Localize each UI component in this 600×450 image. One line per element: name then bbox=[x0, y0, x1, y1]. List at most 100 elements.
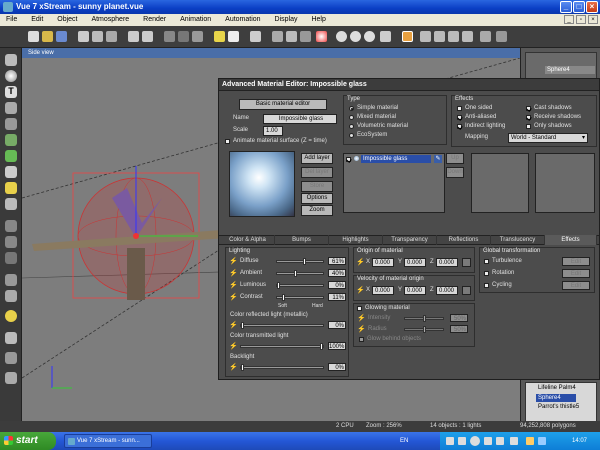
backlight-knob[interactable] bbox=[241, 364, 244, 371]
tab-color-alpha[interactable]: Color & Alpha bbox=[221, 235, 275, 245]
reflected-light-knob[interactable] bbox=[241, 322, 244, 329]
contrast-slider[interactable] bbox=[276, 294, 324, 301]
del-layer-button[interactable]: Del layer bbox=[301, 167, 333, 178]
contrast-knob[interactable] bbox=[282, 294, 285, 301]
rotation-checkbox[interactable] bbox=[484, 271, 489, 276]
tab-transparency[interactable]: Transparency bbox=[383, 235, 437, 245]
glowing-checkbox[interactable] bbox=[357, 306, 362, 311]
network-icon[interactable] bbox=[538, 437, 546, 445]
zoom-fit-icon[interactable] bbox=[364, 31, 375, 42]
luminous-value[interactable]: 0% bbox=[328, 281, 346, 289]
media-next-icon[interactable] bbox=[496, 437, 504, 445]
copy-icon[interactable] bbox=[92, 31, 103, 42]
menu-render[interactable]: Render bbox=[137, 14, 172, 26]
light-tool-icon[interactable] bbox=[5, 182, 17, 194]
cloud-icon[interactable] bbox=[228, 31, 239, 42]
layout-1-icon[interactable] bbox=[462, 31, 473, 42]
ambient-slider[interactable] bbox=[276, 270, 324, 277]
material-name-field[interactable]: Impossible glass bbox=[263, 114, 337, 124]
radius-knob[interactable] bbox=[423, 326, 426, 333]
tab-effects[interactable]: Effects bbox=[545, 235, 597, 245]
minimize-button[interactable]: _ bbox=[560, 1, 572, 13]
link-tool-icon[interactable] bbox=[5, 290, 17, 302]
render-options-icon[interactable] bbox=[300, 31, 311, 42]
origin-y-field[interactable]: 0.000 bbox=[404, 258, 426, 267]
taskbar-item-vue[interactable]: Vue 7 xStream - sunn... bbox=[64, 434, 152, 448]
ecosystem-radio[interactable] bbox=[349, 133, 354, 138]
backlight-value[interactable]: 0% bbox=[328, 363, 346, 371]
transmitted-light-knob[interactable] bbox=[320, 343, 323, 350]
anti-aliased-checkbox[interactable] bbox=[457, 115, 462, 120]
velocity-z-field[interactable]: 0.000 bbox=[436, 286, 458, 295]
world-browser-icon[interactable] bbox=[496, 31, 507, 42]
menu-help[interactable]: Help bbox=[305, 14, 331, 26]
layer-down-button[interactable]: Down bbox=[446, 167, 464, 178]
receive-shadows-checkbox[interactable] bbox=[526, 115, 531, 120]
cycling-checkbox[interactable] bbox=[484, 283, 489, 288]
layer-up-button[interactable]: Up bbox=[446, 153, 464, 164]
turbulence-checkbox[interactable] bbox=[484, 259, 489, 264]
animate-surface-checkbox[interactable] bbox=[225, 139, 230, 144]
save-icon[interactable] bbox=[56, 31, 67, 42]
layout-4-icon[interactable] bbox=[420, 31, 431, 42]
origin-pick-button[interactable] bbox=[462, 258, 471, 267]
indirect-lighting-checkbox[interactable] bbox=[457, 124, 462, 129]
mdi-close-button[interactable]: × bbox=[588, 15, 598, 24]
cycling-edit-button[interactable]: Edit bbox=[562, 281, 590, 290]
cube-tool-icon[interactable] bbox=[5, 102, 17, 114]
velocity-y-field[interactable]: 0.000 bbox=[404, 286, 426, 295]
transmitted-light-value[interactable]: 100% bbox=[328, 342, 346, 350]
layer-edit-icon[interactable]: ✎ bbox=[434, 155, 442, 163]
sun-tool-icon[interactable] bbox=[5, 310, 17, 322]
backlight-slider[interactable] bbox=[240, 364, 324, 371]
diffuse-value[interactable]: 61% bbox=[328, 257, 346, 265]
velocity-x-field[interactable]: 0.000 bbox=[372, 286, 394, 295]
close-button[interactable]: × bbox=[586, 1, 598, 13]
render-icon[interactable] bbox=[272, 31, 283, 42]
metablob-tool-icon[interactable] bbox=[5, 252, 17, 264]
intensity-knob[interactable] bbox=[423, 315, 426, 322]
camera-icon[interactable] bbox=[164, 31, 175, 42]
gizmo-center[interactable] bbox=[133, 233, 139, 239]
camera2-icon[interactable] bbox=[178, 31, 189, 42]
maximize-button[interactable]: □ bbox=[573, 1, 585, 13]
render-area-icon[interactable] bbox=[286, 31, 297, 42]
drop-tool-icon[interactable] bbox=[5, 352, 17, 364]
ambient-value[interactable]: 40% bbox=[328, 269, 346, 277]
cylinder-tool-icon[interactable] bbox=[5, 118, 17, 130]
velocity-pick-button[interactable] bbox=[462, 286, 471, 295]
volumetric-material-radio[interactable] bbox=[349, 124, 354, 129]
tray-app-icon[interactable] bbox=[526, 437, 534, 445]
viewport-layout-icon[interactable] bbox=[402, 31, 413, 42]
menu-automation[interactable]: Automation bbox=[219, 14, 266, 26]
media-play-icon[interactable] bbox=[470, 436, 480, 446]
tab-reflections[interactable]: Reflections bbox=[437, 235, 491, 245]
volume-icon[interactable] bbox=[510, 437, 518, 445]
open-icon[interactable] bbox=[42, 31, 53, 42]
mdi-restore-button[interactable]: ▫ bbox=[576, 15, 586, 24]
tree-item-sphere4-selected[interactable]: Sphere4 bbox=[536, 394, 576, 402]
glow-behind-checkbox[interactable] bbox=[359, 337, 364, 342]
terrain-tool-icon[interactable] bbox=[5, 134, 17, 146]
layout-2-icon[interactable] bbox=[448, 31, 459, 42]
media-prev-icon[interactable] bbox=[446, 437, 454, 445]
camera-tool-icon[interactable] bbox=[5, 198, 17, 210]
simple-material-radio[interactable] bbox=[349, 106, 354, 111]
options-button[interactable]: Options bbox=[301, 193, 333, 204]
sphere-tool-icon[interactable] bbox=[5, 70, 17, 82]
mdi-minimize-button[interactable]: _ bbox=[564, 15, 574, 24]
camera3-icon[interactable] bbox=[192, 31, 203, 42]
menu-edit[interactable]: Edit bbox=[25, 14, 49, 26]
menu-file[interactable]: File bbox=[0, 14, 23, 26]
diffuse-slider[interactable] bbox=[276, 258, 324, 265]
tab-bumps[interactable]: Bumps bbox=[275, 235, 329, 245]
ambient-knob[interactable] bbox=[294, 270, 297, 277]
scale-field[interactable]: 1.00 bbox=[263, 126, 283, 136]
intensity-value[interactable]: 50% bbox=[450, 314, 468, 322]
layout-3-icon[interactable] bbox=[434, 31, 445, 42]
select-tool-icon[interactable] bbox=[5, 54, 17, 66]
reflected-light-slider[interactable] bbox=[240, 322, 324, 329]
start-button[interactable]: start bbox=[0, 432, 56, 450]
zoom-in-icon[interactable] bbox=[336, 31, 347, 42]
turbulence-edit-button[interactable]: Edit bbox=[562, 257, 590, 266]
